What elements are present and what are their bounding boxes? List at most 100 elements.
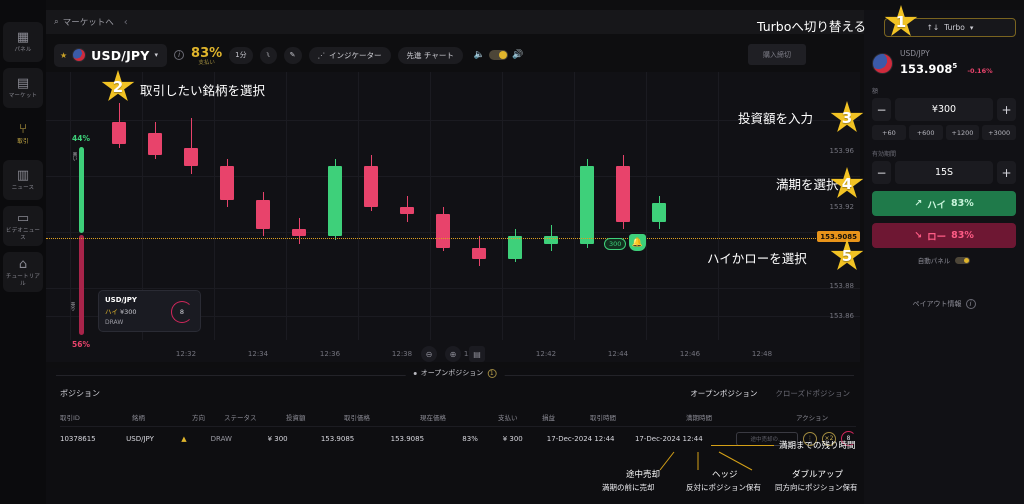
quick-amount-button[interactable]: +600	[908, 125, 943, 140]
candle-body	[364, 166, 378, 207]
sidebar-item-news[interactable]: ▥ ニュース	[3, 160, 43, 200]
us-flag-icon	[72, 48, 87, 62]
left-sidebar: ▦ パネル ▤ マーケット ⑂ 取引 ▥ ニュース ▭ ビデオニュース ⌂ チュ…	[0, 0, 46, 504]
chart-trade-amount-badge: 300	[604, 238, 627, 250]
sentiment-down-label: 売り	[70, 302, 75, 311]
search-icon: ⌕	[54, 17, 59, 27]
candle-body	[292, 229, 306, 237]
payout-info-label: ペイアウト情報	[912, 300, 962, 308]
chart-controls: ⊖ ⊕ ▤	[46, 346, 860, 362]
candle-body	[256, 199, 270, 230]
high-label: ハイ	[927, 199, 947, 211]
strike-price-line	[46, 238, 860, 239]
price-tick: 153.92	[829, 203, 855, 211]
low-trade-button[interactable]: ↘ ロー 83%	[872, 223, 1016, 248]
current-price-tag: 153.9085	[817, 231, 860, 242]
cell-expiry-time: 17-Dec-2024 12:44	[634, 434, 703, 443]
tooltip-amount: ¥300	[119, 308, 137, 316]
positions-heading: ポジション	[60, 389, 100, 398]
timeframe-button[interactable]: 1分	[229, 46, 253, 64]
expiry-decrease-button[interactable]: −	[872, 161, 891, 184]
candle-body	[616, 166, 630, 222]
annotation-remaining-line	[711, 445, 774, 446]
chart-type-button[interactable]: ⑊	[259, 46, 277, 64]
sidebar-item-label: ニュース	[11, 185, 35, 192]
candle-body	[472, 247, 486, 259]
sentiment-up-pct: 44%	[72, 134, 90, 143]
volume-low-icon[interactable]: 🔈	[474, 50, 485, 60]
arrow-down-right-icon: ↘	[914, 230, 923, 241]
quick-amount-buttons: +60 +600 +1200 +3000	[872, 125, 1016, 140]
annotation-step5-text: ハイかローを選択	[707, 251, 807, 266]
candle-body	[328, 166, 342, 237]
chevron-left-icon[interactable]: ‹	[124, 17, 128, 28]
positions-table: 取引ID 銘柄 方向 ステータス 投資額 取引価格 現在価格 支払い 損益 取引…	[60, 408, 856, 450]
sidebar-item-label: パネル	[14, 47, 32, 54]
cell-current-price: 153.9085	[390, 434, 425, 443]
cell-trade-price: 153.9085	[320, 434, 355, 443]
trade-icon: ⑂	[19, 122, 27, 138]
fit-screen-icon[interactable]: ▤	[469, 346, 485, 362]
cell-trade-time: 17-Dec-2024 12:44	[546, 434, 615, 443]
quick-amount-button[interactable]: +3000	[982, 125, 1016, 140]
table-row[interactable]: 10378615 USD/JPY ▲ DRAW ¥ 300 153.9085 1…	[60, 426, 856, 450]
sound-toggle[interactable]	[489, 50, 509, 60]
dot-icon	[413, 371, 417, 375]
info-icon: i	[965, 299, 976, 309]
sidebar-item-panel[interactable]: ▦ パネル	[3, 22, 43, 62]
sidebar-item-market[interactable]: ▤ マーケット	[3, 68, 43, 108]
alarm-icon[interactable]: 🔔	[629, 234, 646, 251]
column-header: 取引時間	[590, 414, 616, 422]
amount-decrease-button[interactable]: −	[872, 98, 891, 121]
sidebar-item-tutorial[interactable]: ⌂ チュートリアル	[3, 252, 43, 292]
advanced-chart-button[interactable]: 先進 チャート	[397, 46, 463, 64]
asset-summary: USD/JPY 153.9085 -0.16%	[872, 49, 1016, 77]
expiry-increase-button[interactable]: +	[997, 161, 1016, 184]
instrument-selector[interactable]: ★ USD/JPY ▾	[54, 43, 168, 67]
indicators-button[interactable]: ⋰ インジケーター	[308, 46, 391, 64]
market-search[interactable]: ⌕ マーケットへ	[54, 16, 114, 28]
arrow-up-right-icon: ↗	[914, 198, 923, 209]
expiry-value[interactable]: 15S	[895, 161, 993, 184]
candle-body	[112, 121, 126, 145]
amount-value[interactable]: ¥300	[895, 98, 993, 121]
draw-tool-button[interactable]: ✎	[283, 46, 302, 64]
cell-trade-id: 10378615	[60, 434, 96, 443]
auto-panel-toggle[interactable]	[955, 256, 971, 264]
sidebar-item-video-news[interactable]: ▭ ビデオニュース	[3, 206, 43, 246]
high-trade-button[interactable]: ↗ ハイ 83%	[872, 191, 1016, 216]
tab-open-positions[interactable]: オープンポジション	[690, 388, 757, 399]
positions-tabs: オープンポジション クローズドポジション	[690, 388, 850, 399]
table-header-row: 取引ID 銘柄 方向 ステータス 投資額 取引価格 現在価格 支払い 損益 取引…	[60, 408, 856, 426]
zoom-in-icon[interactable]: ⊕	[445, 346, 461, 362]
sidebar-item-trade[interactable]: ⑂ 取引	[3, 114, 43, 154]
asset-price-sup: 5	[952, 62, 958, 71]
zoom-out-icon[interactable]: ⊖	[421, 346, 437, 362]
column-header: 投資額	[286, 414, 306, 422]
tooltip-direction-label: ハイ	[105, 308, 118, 316]
open-positions-label: オープンポジション	[420, 369, 484, 377]
info-icon[interactable]: i	[174, 50, 185, 60]
price-tick: 153.88	[829, 282, 855, 290]
expiry-stepper: − 15S +	[872, 161, 1016, 184]
advanced-chart-label: 先進 チャート	[406, 50, 454, 60]
volume-high-icon[interactable]: 🔊	[512, 50, 523, 60]
buy-deadline-button[interactable]: 購入締切	[748, 44, 806, 65]
annotation-double-sub: 同方向にポジション保有	[775, 483, 858, 492]
quick-amount-button[interactable]: +1200	[945, 125, 980, 140]
asset-change: -0.16%	[967, 67, 993, 75]
star-icon[interactable]: ★	[60, 51, 67, 60]
open-trade-tooltip: USD/JPY ハイ ¥300 DRAW 8	[98, 290, 201, 332]
pencil-icon: ✎	[289, 51, 296, 59]
auto-panel-row: 自動パネル	[872, 255, 1016, 265]
low-label: ロー	[927, 231, 947, 243]
up-down-arrows-icon: ↑↓	[926, 23, 940, 32]
payout-info-link[interactable]: ペイアウト情報 i	[872, 299, 1016, 309]
tab-closed-positions[interactable]: クローズドポジション	[775, 388, 850, 399]
expiry-label: 有効期間	[872, 151, 897, 158]
amount-increase-button[interactable]: +	[997, 98, 1016, 121]
quick-amount-button[interactable]: +60	[872, 125, 906, 140]
annotation-hedge-sub: 反対にポジション保有	[686, 483, 761, 492]
candle-body	[148, 132, 162, 156]
annotation-hedge-title: ヘッジ	[712, 470, 738, 480]
